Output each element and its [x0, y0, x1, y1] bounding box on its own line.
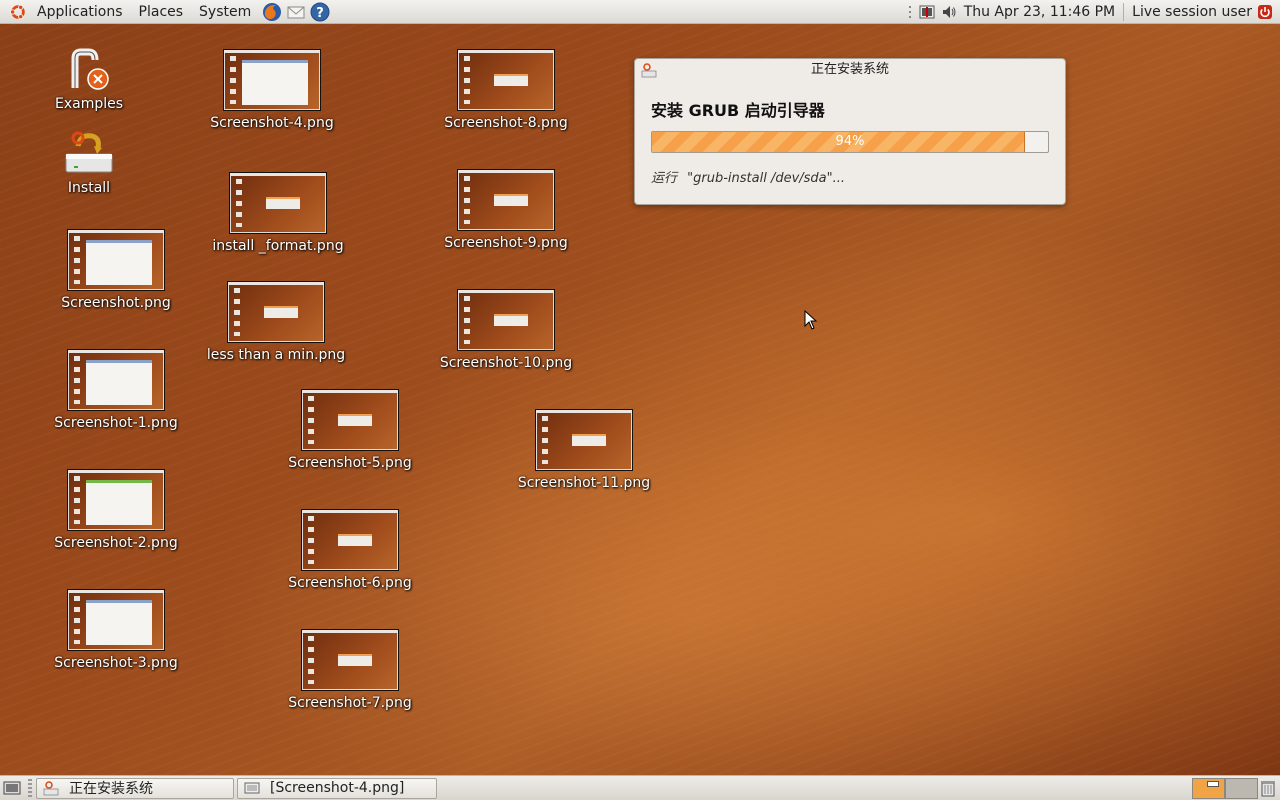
network-icon[interactable]	[918, 3, 936, 21]
installer-task-icon	[43, 780, 59, 796]
trash-icon[interactable]	[1260, 778, 1278, 798]
file-label: less than a min.png	[206, 347, 346, 363]
panel-grip	[28, 779, 32, 797]
file-icon-screenshot-10[interactable]: Screenshot-10.png	[439, 289, 573, 371]
image-viewer-task-icon	[244, 780, 260, 796]
mouse-cursor-icon	[804, 310, 818, 330]
power-icon[interactable]	[1256, 3, 1274, 21]
install-label: Install	[67, 180, 111, 196]
ubuntu-logo-icon[interactable]	[9, 3, 27, 21]
file-thumbnail	[67, 589, 165, 651]
file-label: Screenshot-11.png	[517, 475, 651, 491]
file-label: Screenshot-3.png	[54, 655, 178, 671]
file-thumbnail	[67, 349, 165, 411]
session-user[interactable]: Live session user	[1132, 4, 1252, 20]
dialog-titlebar[interactable]: 正在安装系统	[635, 59, 1065, 81]
volume-icon[interactable]	[940, 3, 958, 21]
file-icon-screenshot-5[interactable]: Screenshot-5.png	[288, 389, 412, 471]
svg-text:?: ?	[316, 6, 324, 21]
examples-label: Examples	[54, 96, 124, 112]
file-icon-screenshot-3[interactable]: Screenshot-3.png	[54, 589, 178, 671]
workspace-1[interactable]	[1192, 777, 1225, 799]
panel-grip-icon	[906, 3, 914, 21]
email-icon[interactable]	[285, 1, 307, 23]
show-desktop-icon[interactable]	[2, 779, 22, 797]
file-thumbnail	[535, 409, 633, 471]
file-thumbnail	[67, 229, 165, 291]
file-label: Screenshot-10.png	[439, 355, 573, 371]
install-progress-bar: 94%	[651, 131, 1049, 153]
firefox-icon[interactable]	[261, 1, 283, 23]
file-icon-screenshot[interactable]: Screenshot.png	[58, 229, 174, 311]
status-prefix: 运行	[651, 171, 678, 186]
file-label: Screenshot.png	[61, 295, 171, 311]
taskbar-item-label: [Screenshot-4.png]	[270, 780, 405, 796]
file-thumbnail	[301, 629, 399, 691]
bottom-panel: 正在安装系统 [Screenshot-4.png]	[0, 775, 1280, 800]
file-thumbnail	[457, 169, 555, 231]
help-icon[interactable]: ?	[309, 1, 331, 23]
file-label: install _format.png	[212, 238, 344, 254]
file-icon-screenshot-1[interactable]: Screenshot-1.png	[54, 349, 178, 431]
taskbar-item-screenshot-4[interactable]: [Screenshot-4.png]	[237, 777, 437, 799]
file-icon-less-than-a-min[interactable]: less than a min.png	[206, 281, 346, 363]
status-command: "grub-install /dev/sda"...	[687, 171, 846, 186]
file-thumbnail	[301, 389, 399, 451]
menu-applications[interactable]: Applications	[29, 0, 131, 24]
installer-dialog[interactable]: 正在安装系统 安装 GRUB 启动引导器 94% 运行 "grub-instal…	[634, 58, 1066, 205]
top-panel: Applications Places System ? Thu Apr 23,…	[0, 0, 1280, 24]
workspace-2[interactable]	[1225, 777, 1258, 799]
file-label: Screenshot-6.png	[288, 575, 412, 591]
taskbar-item-installer[interactable]: 正在安装系统	[36, 777, 234, 799]
file-label: Screenshot-5.png	[288, 455, 412, 471]
panel-separator	[1123, 2, 1125, 21]
progress-text: 94%	[835, 134, 865, 149]
file-label: Screenshot-8.png	[444, 115, 568, 131]
workspace-switcher[interactable]	[1192, 777, 1258, 799]
file-label: Screenshot-2.png	[54, 535, 178, 551]
file-thumbnail	[301, 509, 399, 571]
clock[interactable]: Thu Apr 23, 11:46 PM	[964, 4, 1115, 20]
dialog-heading: 安装 GRUB 启动引导器	[651, 101, 825, 120]
menu-system[interactable]: System	[191, 0, 259, 24]
taskbar-item-label: 正在安装系统	[69, 781, 153, 797]
file-icon-screenshot-11[interactable]: Screenshot-11.png	[517, 409, 651, 491]
file-thumbnail	[457, 49, 555, 111]
file-label: Screenshot-7.png	[288, 695, 412, 711]
examples-icon	[71, 48, 109, 90]
file-icon-screenshot-7[interactable]: Screenshot-7.png	[288, 629, 412, 711]
dialog-title: 正在安装系统	[810, 62, 889, 77]
install-icon	[65, 131, 113, 173]
file-thumbnail	[223, 49, 321, 111]
file-icon-screenshot-8[interactable]: Screenshot-8.png	[444, 49, 568, 131]
file-thumbnail	[227, 281, 325, 343]
dialog-status: 运行 "grub-install /dev/sda"...	[651, 167, 845, 186]
file-label: Screenshot-4.png	[210, 115, 334, 131]
file-icon-screenshot-6[interactable]: Screenshot-6.png	[288, 509, 412, 591]
desktop-background[interactable]: Applications Places System ? Thu Apr 23,…	[0, 0, 1280, 800]
file-thumbnail	[457, 289, 555, 351]
examples-icon-item[interactable]: Examples	[50, 48, 128, 112]
file-thumbnail	[229, 172, 327, 234]
file-icon-install-format[interactable]: install _format.png	[212, 172, 344, 254]
file-icon-screenshot-4[interactable]: Screenshot-4.png	[210, 49, 334, 131]
install-icon-item[interactable]: Install	[55, 128, 123, 196]
file-icon-screenshot-9[interactable]: Screenshot-9.png	[444, 169, 568, 251]
installer-icon	[641, 63, 657, 78]
file-thumbnail	[67, 469, 165, 531]
file-label: Screenshot-9.png	[444, 235, 568, 251]
file-label: Screenshot-1.png	[54, 415, 178, 431]
menu-places[interactable]: Places	[131, 0, 192, 24]
file-icon-screenshot-2[interactable]: Screenshot-2.png	[54, 469, 178, 551]
